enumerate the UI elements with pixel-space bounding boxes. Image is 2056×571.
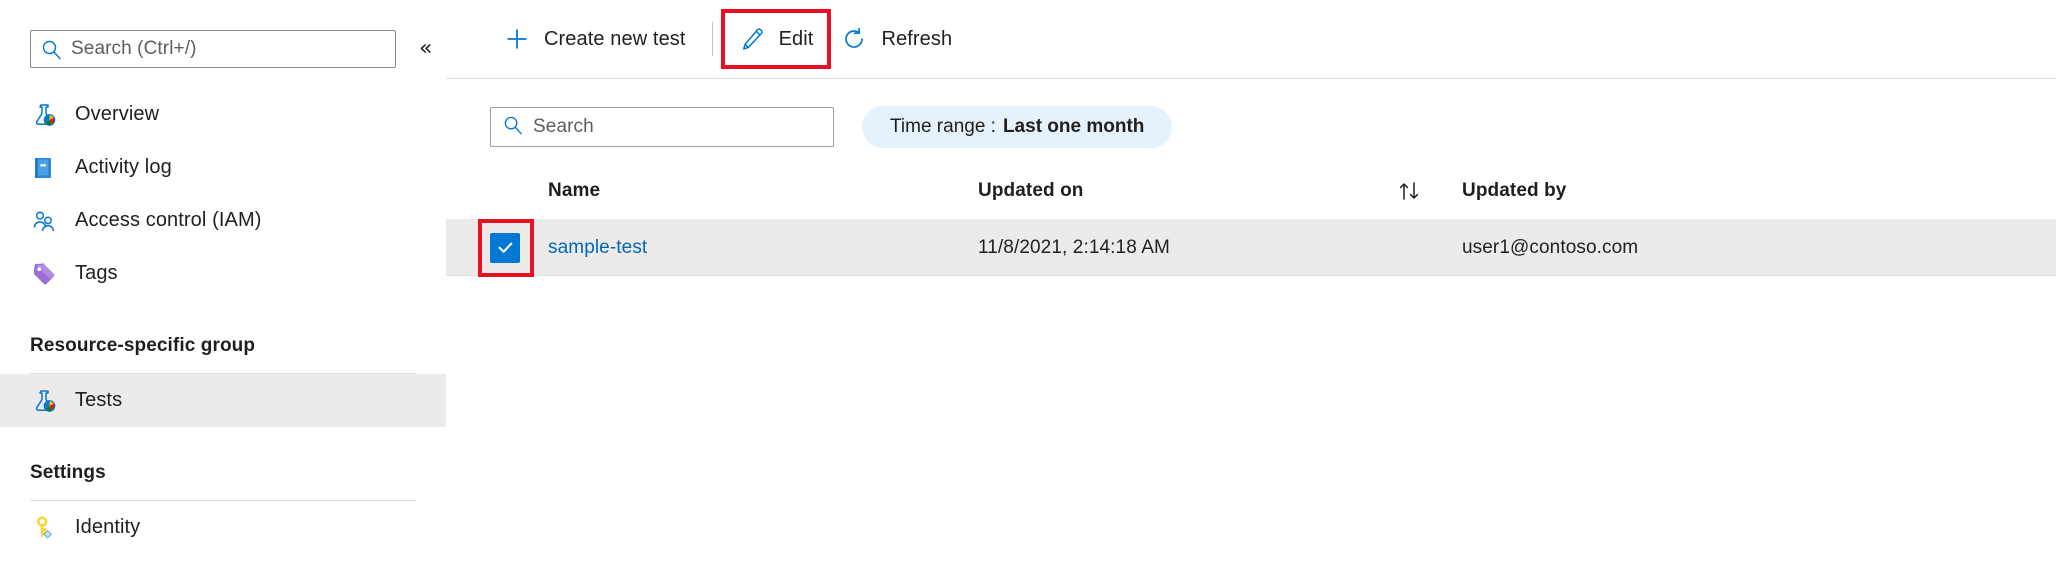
column-header-updated-on[interactable]: Updated on [978,180,1358,202]
sort-arrows-icon[interactable] [1358,180,1462,202]
people-icon [30,207,58,235]
row-checkbox-cell [478,218,548,277]
column-header-name[interactable]: Name [548,180,978,202]
key-icon [30,514,58,542]
edit-label: Edit [778,27,814,50]
sidebar-item-activity-log[interactable]: Activity log [0,141,446,194]
search-icon [41,39,62,60]
refresh-label: Refresh [881,27,953,50]
sidebar-item-label: Tags [75,262,118,284]
create-new-test-label: Create new test [544,27,686,50]
test-name-link[interactable]: sample-test [548,237,978,259]
sidebar: Search (Ctrl+/) « Overview Activity log … [0,0,446,571]
time-range-value: Last one month [1002,116,1145,137]
refresh-icon [841,26,867,52]
column-header-updated-by[interactable]: Updated by [1462,180,2056,202]
time-range-label: Time range : [890,116,996,137]
edit-button[interactable]: Edit [720,9,832,69]
flask-icon [30,101,58,129]
tests-table: Name Updated on Updated by sample-test 1… [446,162,2056,277]
sidebar-item-label: Access control (IAM) [75,209,262,231]
search-input[interactable]: Search [490,107,834,147]
sidebar-search-row: Search (Ctrl+/) « [30,30,432,68]
row-checkbox[interactable] [490,232,520,263]
sidebar-search-placeholder: Search (Ctrl+/) [71,38,197,59]
pencil-icon [739,26,765,52]
main-content: Create new test Edit Refresh Search Time… [446,0,2056,571]
sidebar-item-label: Identity [75,516,141,538]
toolbar-divider [446,78,2056,79]
sidebar-item-overview[interactable]: Overview [0,88,446,141]
sidebar-group-title: Resource-specific group [30,335,256,356]
filter-row: Search Time range : Last one month [490,106,1173,148]
sidebar-search-box[interactable]: Search (Ctrl+/) [30,30,396,68]
tag-icon [30,260,58,288]
book-icon [30,154,58,182]
flask-icon [30,387,58,415]
command-bar: Create new test Edit Refresh [446,0,2056,78]
search-placeholder: Search [533,116,594,137]
search-icon [503,115,523,140]
toolbar-separator [711,22,713,56]
sidebar-item-tests[interactable]: Tests [0,374,446,427]
sidebar-item-label: Overview [75,103,160,125]
sidebar-item-label: Activity log [75,156,172,178]
table-row[interactable]: sample-test 11/8/2021, 2:14:18 AM user1@… [446,218,2056,277]
sidebar-item-tags[interactable]: Tags [0,247,446,300]
cell-updated-on: 11/8/2021, 2:14:18 AM [978,236,1170,258]
sidebar-nav: Overview Activity log Access control (IA… [0,88,446,554]
cell-updated-by: user1@contoso.com [1462,236,1639,258]
table-header-row: Name Updated on Updated by [446,162,2056,220]
sidebar-item-label: Tests [75,389,123,411]
collapse-sidebar-icon[interactable]: « [419,38,432,60]
sidebar-group-title: Settings [30,462,106,483]
sidebar-item-identity[interactable]: Identity [0,501,446,554]
create-new-test-button[interactable]: Create new test [490,13,700,65]
time-range-filter[interactable]: Time range : Last one month [862,106,1173,148]
sidebar-item-access-control[interactable]: Access control (IAM) [0,194,446,247]
plus-icon [504,26,530,52]
portal-page: Search (Ctrl+/) « Overview Activity log … [0,0,2056,571]
refresh-button[interactable]: Refresh [827,13,966,65]
